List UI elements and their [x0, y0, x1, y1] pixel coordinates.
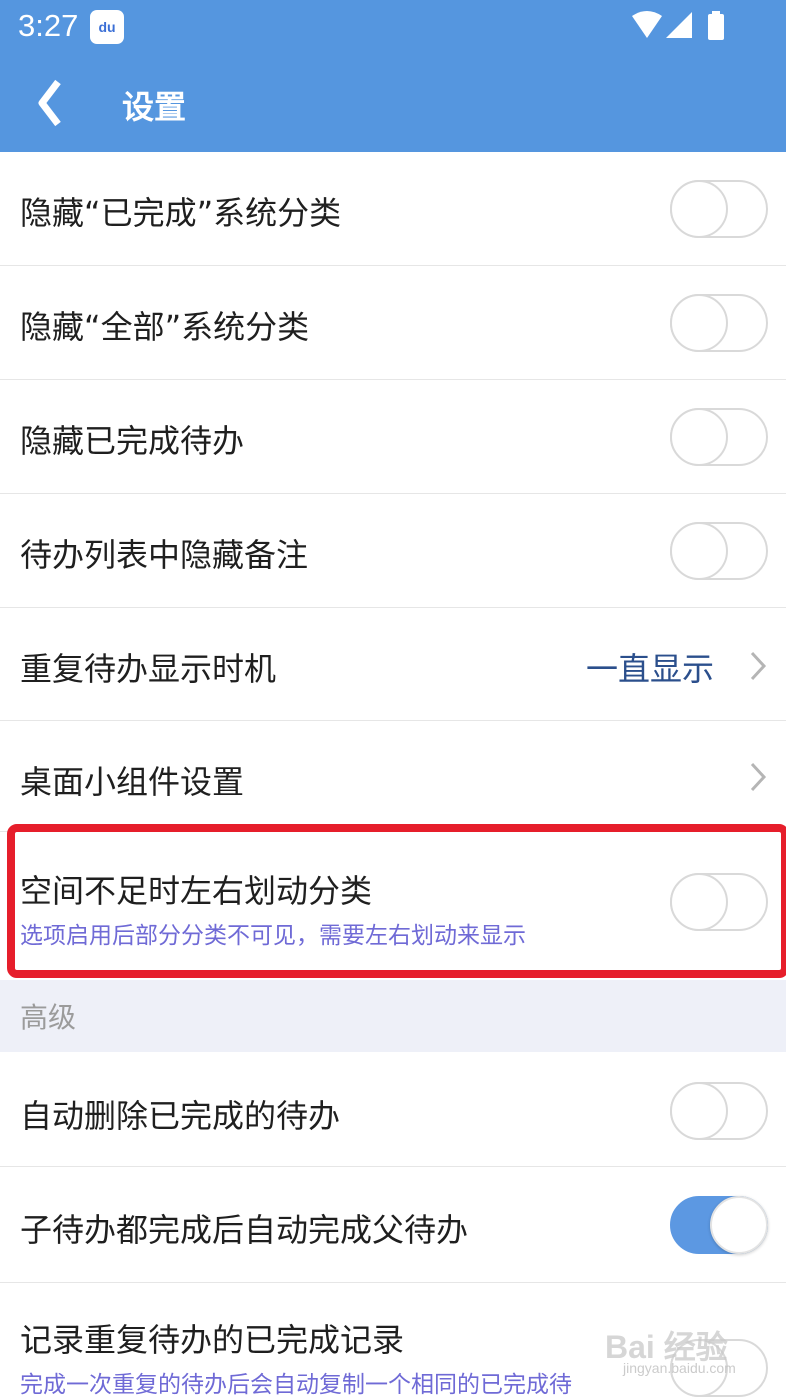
setting-label: 重复待办显示时机: [20, 650, 277, 688]
toggle-knob: [670, 408, 728, 466]
setting-hide-all-category: 隐藏“全部”系统分类: [0, 266, 786, 380]
chevron-left-icon: [38, 79, 61, 127]
toggle-switch[interactable]: [670, 294, 768, 352]
status-time: 3:27: [18, 8, 79, 43]
toggle-switch[interactable]: [670, 408, 768, 466]
toggle-switch[interactable]: [670, 180, 768, 238]
toggle-knob: [670, 180, 728, 238]
wifi-icon: [632, 11, 662, 38]
toggle-switch[interactable]: [670, 873, 768, 931]
setting-label: 隐藏已完成待办: [20, 422, 245, 460]
setting-description: 完成一次重复的待办后会自动复制一个相同的已完成待: [20, 1372, 572, 1398]
setting-hide-completed-todos: 隐藏已完成待办: [0, 380, 786, 494]
back-button[interactable]: [30, 78, 74, 128]
status-icons: [632, 11, 724, 40]
chevron-right-icon: [750, 762, 767, 792]
setting-swipe-categories: 空间不足时左右划动分类 选项启用后部分分类不可见，需要左右划动来显示: [0, 832, 786, 979]
setting-auto-complete-parent: 子待办都完成后自动完成父待办: [0, 1167, 786, 1283]
signal-icon: [666, 12, 692, 38]
setting-label: 隐藏“全部”系统分类: [20, 308, 310, 346]
toggle-knob: [670, 1082, 728, 1140]
setting-label: 自动删除已完成的待办: [20, 1097, 341, 1135]
setting-label: 空间不足时左右划动分类: [20, 872, 373, 910]
setting-label: 待办列表中隐藏备注: [20, 536, 309, 574]
setting-label: 记录重复待办的已完成记录: [20, 1321, 405, 1359]
setting-auto-delete-completed: 自动删除已完成的待办: [0, 1053, 786, 1167]
battery-icon: [708, 14, 724, 40]
setting-widget-settings[interactable]: 桌面小组件设置: [0, 721, 786, 832]
setting-label: 子待办都完成后自动完成父待办: [20, 1211, 469, 1249]
section-title: 高级: [20, 1001, 77, 1034]
toggle-switch[interactable]: [670, 522, 768, 580]
toggle-knob: [670, 873, 728, 931]
setting-hide-completed-category: 隐藏“已完成”系统分类: [0, 152, 786, 266]
setting-hide-notes: 待办列表中隐藏备注: [0, 494, 786, 608]
setting-label: 隐藏“已完成”系统分类: [20, 194, 342, 232]
baidu-app-icon: du: [90, 10, 124, 44]
baidu-watermark-url: jingyan.baidu.com: [623, 1360, 736, 1376]
toggle-knob: [670, 294, 728, 352]
setting-value: 一直显示: [586, 650, 715, 688]
setting-repeat-display-timing[interactable]: 重复待办显示时机 一直显示: [0, 608, 786, 721]
setting-description: 选项启用后部分分类不可见，需要左右划动来显示: [20, 923, 526, 949]
page-title: 设置: [122, 88, 187, 126]
toggle-knob: [710, 1196, 768, 1254]
toggle-switch[interactable]: [670, 1196, 768, 1254]
toggle-knob: [670, 522, 728, 580]
setting-label: 桌面小组件设置: [20, 763, 245, 801]
app-bar: 3:27 du 设置: [0, 0, 786, 152]
section-header-advanced: 高级: [0, 980, 786, 1052]
chevron-right-icon: [750, 651, 767, 681]
toggle-switch[interactable]: [670, 1082, 768, 1140]
